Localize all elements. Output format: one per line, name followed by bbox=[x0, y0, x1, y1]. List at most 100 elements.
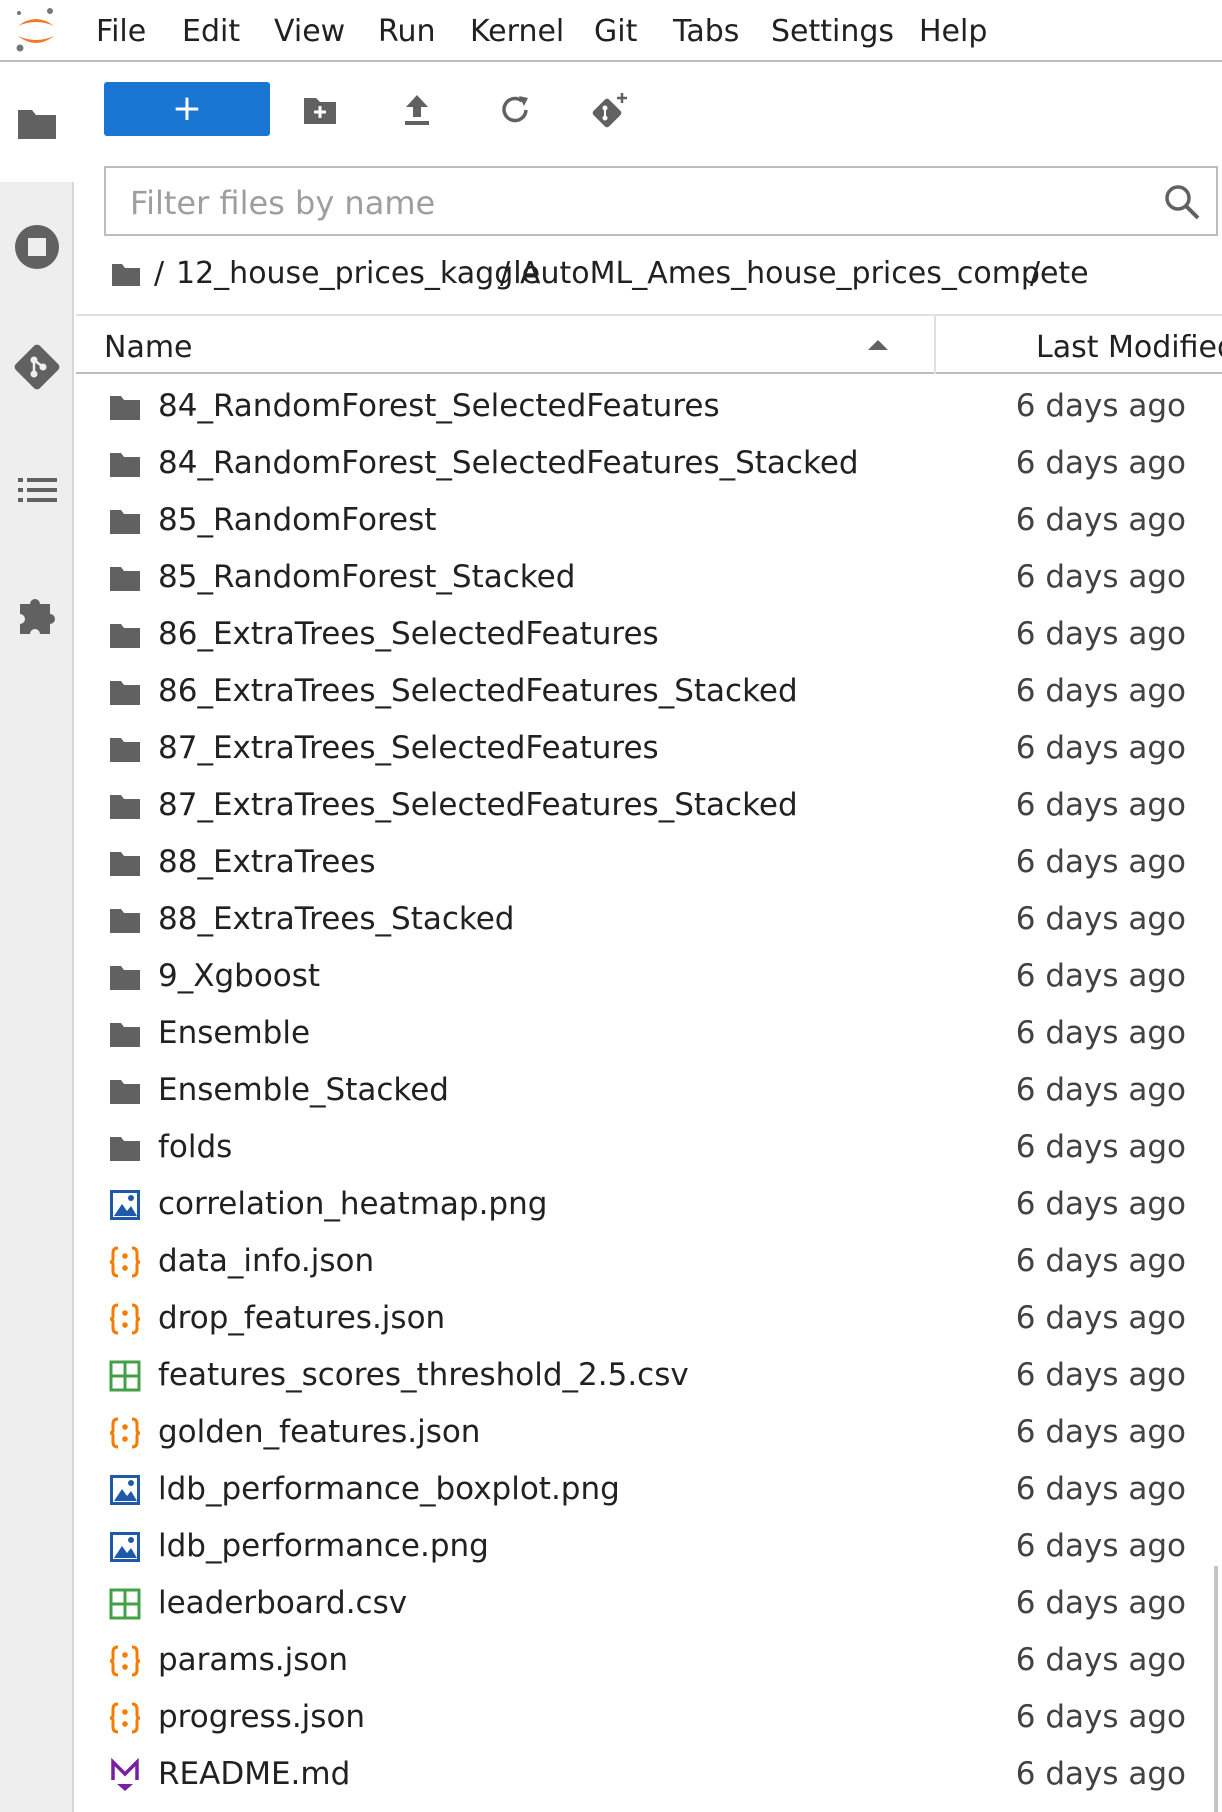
file-name: 84_RandomForest_SelectedFeatures_Stacked bbox=[158, 445, 859, 481]
menu-tabs[interactable]: Tabs bbox=[673, 14, 739, 49]
menu-kernel[interactable]: Kernel bbox=[470, 14, 564, 49]
file-name: params.json bbox=[158, 1642, 348, 1678]
file-name: 9_Xgboost bbox=[158, 958, 321, 994]
file-name: README.md bbox=[158, 1756, 351, 1792]
menu-help[interactable]: Help bbox=[919, 14, 987, 49]
menu-file[interactable]: File bbox=[96, 14, 146, 49]
file-modified: 6 days ago bbox=[1015, 1015, 1186, 1051]
file-row[interactable]: correlation_heatmap.png 6 days ago bbox=[76, 1176, 1210, 1233]
menu-run[interactable]: Run bbox=[378, 14, 436, 49]
file-row[interactable]: 88_ExtraTrees_Stacked 6 days ago bbox=[76, 891, 1210, 948]
menu-git[interactable]: Git bbox=[594, 14, 637, 49]
menu-edit[interactable]: Edit bbox=[182, 14, 240, 49]
upload-icon[interactable] bbox=[397, 90, 437, 130]
file-modified: 6 days ago bbox=[1015, 1699, 1186, 1735]
jupyter-logo[interactable] bbox=[10, 4, 62, 56]
file-modified: 6 days ago bbox=[1015, 1357, 1186, 1393]
file-row[interactable]: progress.json 6 days ago bbox=[76, 1689, 1210, 1746]
file-row[interactable]: 84_RandomForest_SelectedFeatures 6 days a… bbox=[76, 378, 1210, 435]
file-row[interactable]: data_info.json 6 days ago bbox=[76, 1233, 1210, 1290]
file-modified: 6 days ago bbox=[1015, 673, 1186, 709]
folder-icon bbox=[108, 1131, 142, 1165]
breadcrumb-12-house-prices-kaggle[interactable]: 12_house_prices_kaggle bbox=[176, 256, 540, 291]
file-row[interactable]: 85_RandomForest 6 days ago bbox=[76, 492, 1210, 549]
file-row[interactable]: 9_Xgboost 6 days ago bbox=[76, 948, 1210, 1005]
file-modified: 6 days ago bbox=[1015, 1243, 1186, 1279]
file-modified: 6 days ago bbox=[1015, 559, 1186, 595]
sort-ascending-icon[interactable] bbox=[866, 338, 890, 352]
breadcrumb-separator: / bbox=[1030, 256, 1041, 291]
scrollbar[interactable] bbox=[1214, 1566, 1218, 1812]
column-last-modified[interactable]: Last Modified bbox=[1036, 330, 1222, 365]
column-divider[interactable] bbox=[934, 316, 936, 374]
markdown-file-icon bbox=[108, 1757, 142, 1792]
file-row[interactable]: 88_ExtraTrees 6 days ago bbox=[76, 834, 1210, 891]
file-row[interactable]: 87_ExtraTrees_SelectedFeatures_Stacked 6 … bbox=[76, 777, 1210, 834]
file-modified: 6 days ago bbox=[1015, 445, 1186, 481]
file-row[interactable]: golden_features.json 6 days ago bbox=[76, 1404, 1210, 1461]
refresh-icon[interactable] bbox=[495, 90, 535, 130]
file-row[interactable]: 86_ExtraTrees_SelectedFeatures_Stacked 6 … bbox=[76, 663, 1210, 720]
toc-icon[interactable] bbox=[12, 466, 62, 516]
folder-icon bbox=[108, 960, 142, 994]
folder-icon bbox=[108, 447, 142, 481]
file-name: data_info.json bbox=[158, 1243, 375, 1279]
menu-view[interactable]: View bbox=[274, 14, 345, 49]
file-row[interactable]: Ensemble 6 days ago bbox=[76, 1005, 1210, 1062]
file-modified: 6 days ago bbox=[1015, 1471, 1186, 1507]
file-row[interactable]: README.md 6 days ago bbox=[76, 1746, 1210, 1803]
file-name: 84_RandomForest_SelectedFeatures bbox=[158, 388, 720, 424]
file-row[interactable]: Ensemble_Stacked 6 days ago bbox=[76, 1062, 1210, 1119]
json-file-icon bbox=[108, 1644, 142, 1678]
file-row[interactable]: drop_features.json 6 days ago bbox=[76, 1290, 1210, 1347]
image-file-icon bbox=[108, 1530, 142, 1564]
folder-icon bbox=[108, 789, 142, 823]
file-modified: 6 days ago bbox=[1015, 844, 1186, 880]
file-row[interactable]: ldb_performance.png 6 days ago bbox=[76, 1518, 1210, 1575]
file-modified: 6 days ago bbox=[1015, 730, 1186, 766]
file-name: 86_ExtraTrees_SelectedFeatures_Stacked bbox=[158, 673, 798, 709]
file-name: 86_ExtraTrees_SelectedFeatures bbox=[158, 616, 659, 652]
file-modified: 6 days ago bbox=[1015, 616, 1186, 652]
filter-input[interactable] bbox=[128, 178, 1132, 228]
git-icon[interactable] bbox=[12, 342, 62, 392]
file-name: Ensemble_Stacked bbox=[158, 1072, 449, 1108]
column-name[interactable]: Name bbox=[104, 330, 193, 365]
file-row[interactable]: 87_ExtraTrees_SelectedFeatures 6 days ago bbox=[76, 720, 1210, 777]
file-modified: 6 days ago bbox=[1015, 1129, 1186, 1165]
home-folder-icon[interactable] bbox=[110, 258, 142, 290]
csv-file-icon bbox=[108, 1359, 142, 1393]
file-name: 85_RandomForest_Stacked bbox=[158, 559, 576, 595]
folder-icon bbox=[108, 846, 142, 880]
search-icon[interactable] bbox=[1162, 182, 1202, 222]
extension-icon[interactable] bbox=[12, 588, 62, 638]
file-row[interactable]: ldb_performance_boxplot.png 6 days ago bbox=[76, 1461, 1210, 1518]
running-icon[interactable] bbox=[12, 222, 62, 272]
file-row[interactable]: 84_RandomForest_SelectedFeatures_Stacked… bbox=[76, 435, 1210, 492]
folder-icon bbox=[108, 1017, 142, 1051]
file-row[interactable]: 86_ExtraTrees_SelectedFeatures 6 days ago bbox=[76, 606, 1210, 663]
file-row[interactable]: features_scores_threshold_2.5.csv 6 days … bbox=[76, 1347, 1210, 1404]
file-modified: 6 days ago bbox=[1015, 1642, 1186, 1678]
file-modified: 6 days ago bbox=[1015, 388, 1186, 424]
file-name: 88_ExtraTrees bbox=[158, 844, 376, 880]
folder-icon bbox=[108, 618, 142, 652]
git-clone-icon[interactable] bbox=[590, 90, 630, 130]
breadcrumb-automl-ames[interactable]: AutoML_Ames_house_prices_compete bbox=[520, 256, 1089, 291]
file-name: 88_ExtraTrees_Stacked bbox=[158, 901, 515, 937]
file-row[interactable]: 85_RandomForest_Stacked 6 days ago bbox=[76, 549, 1210, 606]
file-modified: 6 days ago bbox=[1015, 1072, 1186, 1108]
menu-bar: File Edit View Run Kernel Git Tabs Setti… bbox=[0, 0, 1222, 62]
new-launcher-button[interactable]: + bbox=[104, 82, 270, 136]
menu-settings[interactable]: Settings bbox=[771, 14, 894, 49]
new-folder-icon[interactable] bbox=[300, 90, 340, 130]
file-modified: 6 days ago bbox=[1015, 1528, 1186, 1564]
file-name: leaderboard.csv bbox=[158, 1585, 408, 1621]
file-modified: 6 days ago bbox=[1015, 901, 1186, 937]
file-modified: 6 days ago bbox=[1015, 1300, 1186, 1336]
folder-icon[interactable] bbox=[12, 98, 62, 148]
file-row[interactable]: folds 6 days ago bbox=[76, 1119, 1210, 1176]
breadcrumb-separator: / bbox=[500, 256, 511, 291]
file-row[interactable]: params.json 6 days ago bbox=[76, 1632, 1210, 1689]
file-row[interactable]: leaderboard.csv 6 days ago bbox=[76, 1575, 1210, 1632]
